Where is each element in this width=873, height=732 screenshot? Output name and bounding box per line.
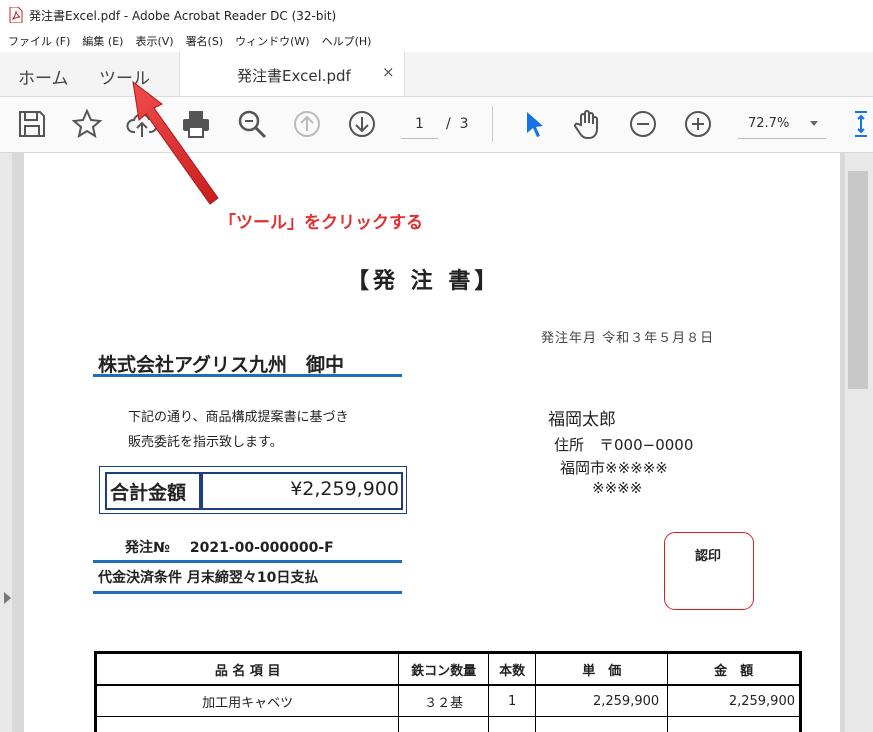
cell-quantity: ３２基 [398,684,489,717]
issue-date: 発注年月 令和３年５月８日 [541,331,715,346]
page-total-value: 3 [459,116,469,132]
tab-document-label: 発注書Excel.pdf [237,67,351,85]
window-title: 発注書Excel.pdf - Adobe Acrobat Reader DC (… [29,8,337,23]
page-total: / 3 [446,116,469,132]
chevron-down-icon [810,121,818,126]
order-number-label: 発注№ [125,540,170,556]
page-down-icon[interactable] [346,108,378,140]
cell-amount: 2,259,900 [667,684,802,717]
save-icon[interactable] [16,108,48,140]
menu-edit[interactable]: 編集 (E) [82,33,123,49]
cell-empty [667,716,802,732]
order-number: 発注№ 2021-00-000000-F [125,537,334,557]
recipient-name: 株式会社アグリス九州 御中 [98,354,345,376]
total-label: 合計金額 [110,482,187,504]
annotation-arrow-icon [132,80,219,205]
zoom-out-icon[interactable] [627,108,659,140]
total-amount-box: 合計金額 ¥2,259,900 [99,466,407,514]
document-title: 【発 注 書】 [347,269,501,294]
page-number-input[interactable]: 1 [401,110,438,139]
cell-empty [93,716,400,732]
sender-address-3: ※※※※ [592,479,643,497]
cell-count: 1 [487,684,537,717]
header-item-name: 品 名 項 目 [93,651,400,686]
toolbar-divider [492,106,493,142]
zoom-level-select[interactable]: 72.7% [738,110,826,139]
page-up-icon[interactable] [291,108,323,140]
cell-item-name: 加工用キャベツ [93,684,400,717]
note-line-1: 下記の通り、商品構成提案書に基づき [128,410,349,425]
total-amount: ¥2,259,900 [290,478,399,500]
cell-empty [398,716,489,732]
close-tab-button[interactable]: × [382,63,395,81]
menu-window[interactable]: ウィンドウ(W) [235,33,309,49]
tab-home[interactable]: ホーム [18,64,69,89]
menu-view[interactable]: 表示(V) [135,33,173,49]
select-cursor-icon[interactable] [518,108,550,140]
title-bar: 発注書Excel.pdf - Adobe Acrobat Reader DC (… [0,0,873,30]
sender-address-1: 住所 〒000−0000 [554,436,694,454]
total-inner-frame: 合計金額 ¥2,259,900 [105,472,403,510]
vertical-scrollbar[interactable] [845,153,873,732]
sender-name: 福岡太郎 [548,410,616,430]
table-header-row: 品 名 項 目 鉄コン数量 本数 単 価 金 額 [93,651,802,686]
menu-help[interactable]: ヘルプ(H) [322,33,372,49]
table-row [93,716,802,732]
left-panel-toggle[interactable] [0,153,12,732]
header-unit-price: 単 価 [535,651,669,686]
menu-sign[interactable]: 署名(S) [186,33,224,49]
payment-terms: 代金決済条件 月末締翌々10日支払 [98,570,319,586]
zoom-level-value: 72.7% [748,116,790,131]
approval-stamp-box: 認印 [664,532,754,610]
recipient-underline [93,374,402,377]
menu-bar: ファイル (F) 編集 (E) 表示(V) 署名(S) ウィンドウ(W) ヘルプ… [0,30,873,53]
total-divider [199,474,203,508]
expand-panel-icon [4,592,11,604]
hand-tool-icon[interactable] [572,108,604,140]
scrollbar-thumb[interactable] [848,171,868,389]
page-separator: / [446,116,451,132]
bookmark-star-icon[interactable] [71,108,103,140]
payment-underline [93,591,402,594]
header-amount: 金 額 [667,651,802,686]
header-quantity: 鉄コン数量 [398,651,489,686]
items-table: 品 名 項 目 鉄コン数量 本数 単 価 金 額 加工用キャベツ ３２基 1 2… [93,651,802,732]
order-underline [93,560,402,563]
pdf-page: 【発 注 書】 発注年月 令和３年５月８日 株式会社アグリス九州 御中 下記の通… [24,153,840,732]
sender-address-2: 福岡市※※※※※ [560,459,668,477]
menu-file[interactable]: ファイル (F) [8,33,70,49]
cell-empty [535,716,669,732]
stamp-label: 認印 [695,549,722,564]
annotation-text: 「ツール」をクリックする [219,213,423,233]
zoom-search-icon[interactable] [236,108,268,140]
cell-unit-price: 2,259,900 [535,684,669,717]
acrobat-pdf-icon [9,7,23,23]
header-count: 本数 [487,651,537,686]
table-row: 加工用キャベツ ３２基 1 2,259,900 2,259,900 [93,684,802,717]
cell-empty [487,716,537,732]
zoom-in-icon[interactable] [682,108,714,140]
note-line-2: 販売委託を指示致します。 [128,435,283,450]
order-number-value: 2021-00-000000-F [189,540,334,556]
fit-page-icon[interactable] [849,108,873,140]
